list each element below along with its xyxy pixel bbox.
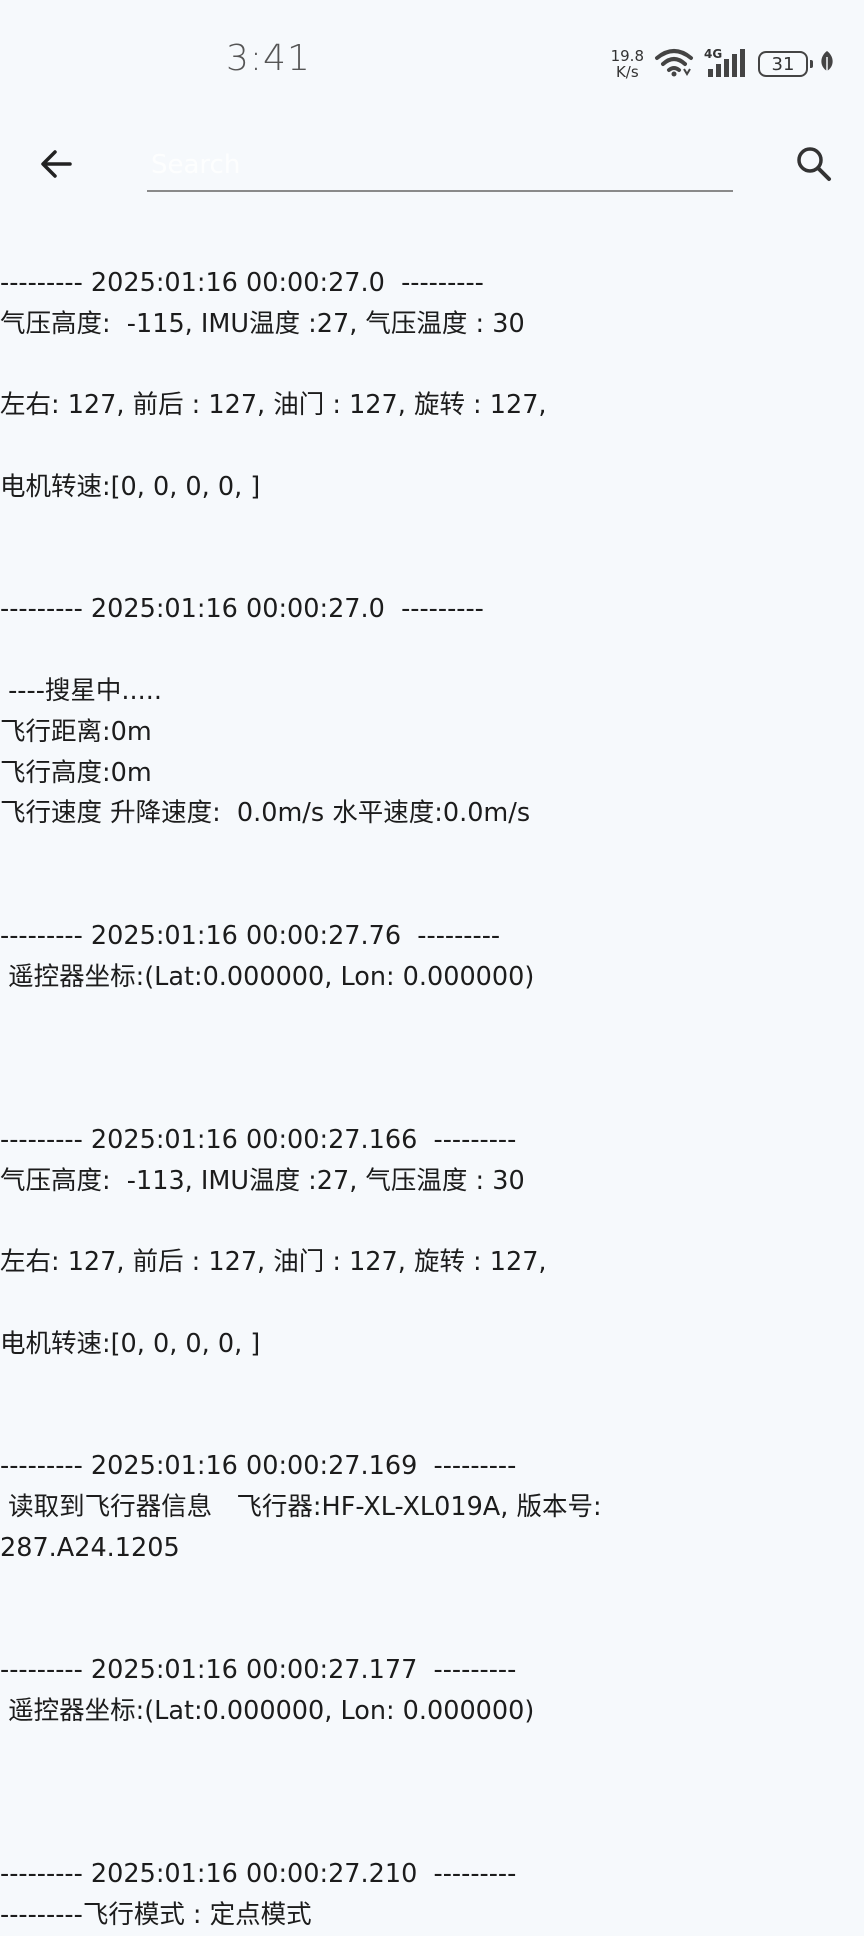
wifi-icon (654, 47, 694, 81)
battery-level: 31 (771, 53, 795, 75)
status-time: 3:41 (226, 38, 311, 79)
leaf-icon (818, 49, 836, 79)
status-icons: 19.8 K/s 4G 31 (611, 44, 836, 84)
network-speed: 19.8 K/s (611, 48, 644, 80)
cellular-signal-icon: 4G (704, 47, 748, 79)
search-input[interactable] (147, 140, 733, 192)
status-bar: 3:41 19.8 K/s 4G 31 (0, 0, 864, 130)
arrow-left-icon (36, 144, 76, 188)
search-button[interactable] (786, 138, 842, 194)
search-icon (794, 144, 834, 188)
battery-indicator: 31 (758, 51, 813, 77)
toolbar (0, 130, 864, 230)
back-button[interactable] (28, 138, 84, 194)
network-speed-unit: K/s (615, 63, 639, 81)
network-speed-value: 19.8 (610, 47, 644, 65)
flight-log-text: --------- 2025:01:16 00:00:27.0 --------… (0, 268, 602, 1930)
